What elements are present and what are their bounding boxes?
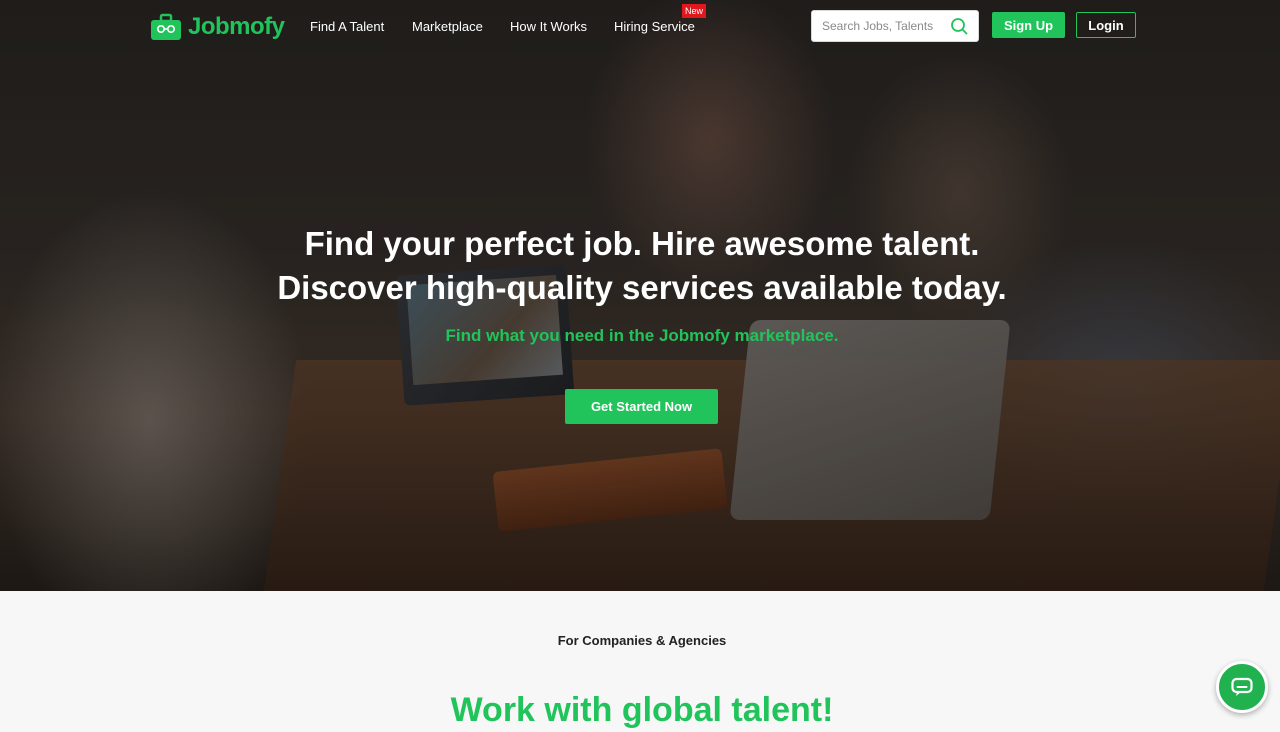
get-started-button[interactable]: Get Started Now <box>565 389 718 424</box>
search-input[interactable] <box>822 19 952 33</box>
brand-logo[interactable]: Jobmofy <box>150 12 285 42</box>
section-heading: Work with global talent! <box>450 691 834 729</box>
hero-headline: Find your perfect job. Hire awesome tale… <box>0 222 1280 310</box>
hero-headline-line-1: Find your perfect job. Hire awesome tale… <box>304 225 980 262</box>
chat-widget-button[interactable] <box>1216 661 1268 713</box>
top-navigation: Jobmofy Find A Talent Marketplace How It… <box>0 0 1280 60</box>
brand-name: Jobmofy <box>188 13 285 40</box>
search-box <box>811 10 979 42</box>
briefcase-logo-icon <box>151 13 181 40</box>
nav-link-how-it-works[interactable]: How It Works <box>510 19 587 34</box>
hero-headline-line-2: Discover high-quality services available… <box>277 269 1007 306</box>
login-button[interactable]: Login <box>1076 12 1136 38</box>
nav-link-hiring-service[interactable]: Hiring Service <box>614 19 695 34</box>
chat-icon <box>1231 677 1253 696</box>
section-label: For Companies & Agencies <box>557 633 727 648</box>
search-icon[interactable] <box>950 17 968 35</box>
sign-up-button[interactable]: Sign Up <box>992 12 1065 38</box>
nav-link-marketplace[interactable]: Marketplace <box>412 19 483 34</box>
hero-subheadline: Find what you need in the Jobmofy market… <box>445 326 839 345</box>
nav-link-find-a-talent[interactable]: Find A Talent <box>310 19 384 34</box>
hero-section: Jobmofy Find A Talent Marketplace How It… <box>0 0 1280 591</box>
new-badge: New <box>682 4 707 18</box>
